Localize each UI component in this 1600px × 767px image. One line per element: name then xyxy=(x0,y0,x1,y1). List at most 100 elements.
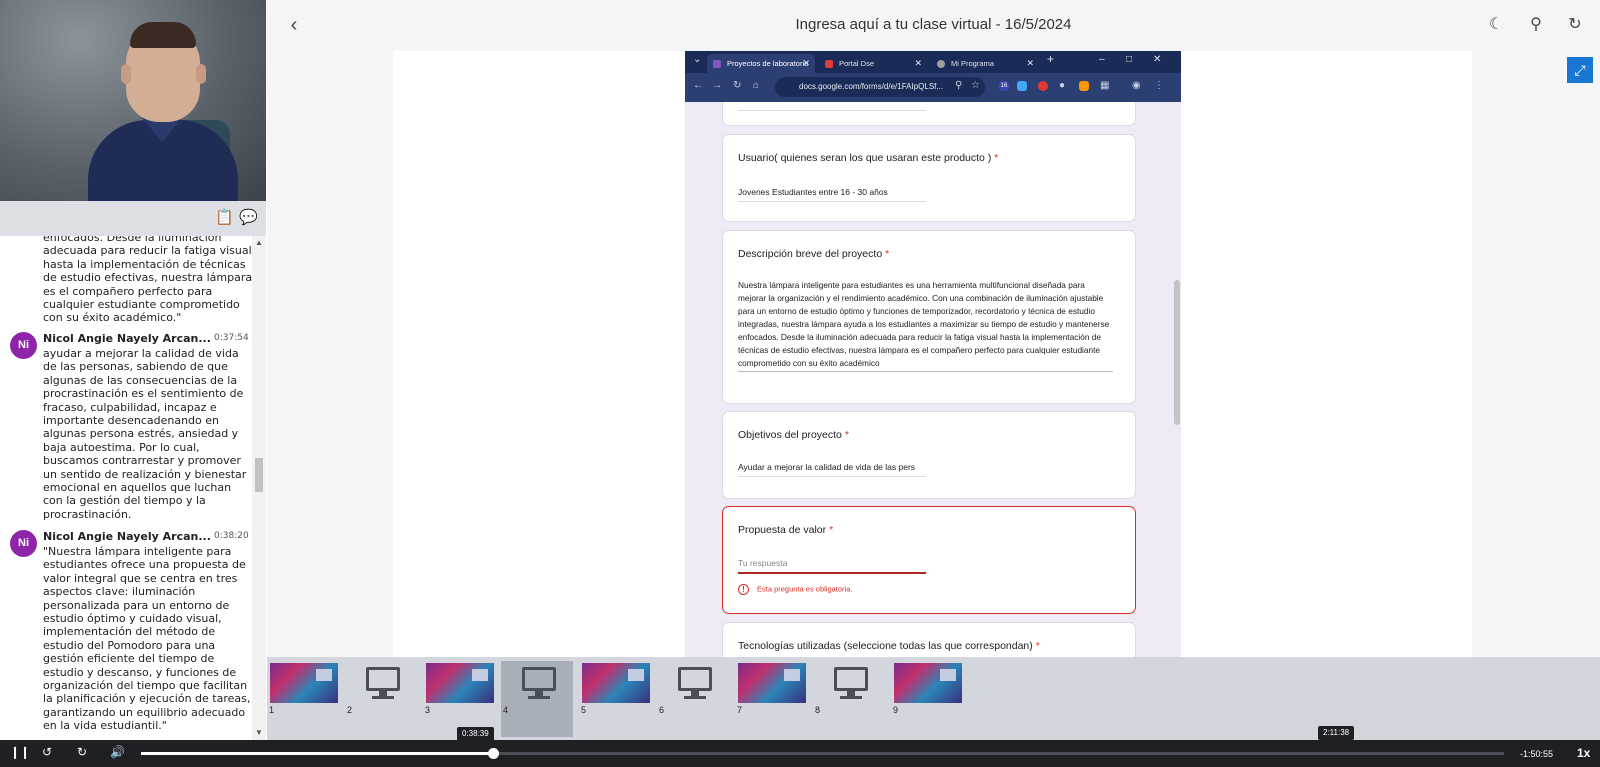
slide-image xyxy=(738,663,806,703)
slide-image xyxy=(894,663,962,703)
slide-number: 4 xyxy=(503,705,509,715)
slide-number: 3 xyxy=(425,705,431,715)
form-question-card: Descripción breve del proyecto * Nuestra… xyxy=(722,230,1136,404)
mic-icon: ● xyxy=(1059,80,1066,91)
chat-scroll-thumb[interactable] xyxy=(255,458,263,492)
page-title: Ingresa aquí a tu clase virtual - 16/5/2… xyxy=(795,16,1072,33)
left-panel: 📋 💬 enfocados. Desde la iluminación adec… xyxy=(0,0,266,740)
slide-thumbnail[interactable]: 9 xyxy=(891,661,963,737)
error-message: ! Esta pregunta es obligatoria. xyxy=(738,584,852,595)
extension-icon xyxy=(1038,81,1048,91)
answer-field[interactable]: Ayudar a mejorar la calidad de vida de l… xyxy=(738,462,926,477)
form-scrollbar xyxy=(1173,102,1181,657)
slide-thumbnail[interactable]: 2 xyxy=(345,661,417,737)
slide-image xyxy=(582,663,650,703)
time-remaining: -1:50:55 xyxy=(1520,749,1554,759)
minimize-icon: – xyxy=(1099,54,1105,65)
current-time-tooltip: 0:38:39 xyxy=(457,727,494,741)
rewind-icon[interactable]: ↺ xyxy=(42,745,52,759)
nav-back-icon: ← xyxy=(693,80,703,91)
browser-toolbar: ← → ↻ ⌂ docs.google.com/forms/d/e/1FAIpQ… xyxy=(685,73,1181,102)
scroll-up-icon[interactable]: ▲ xyxy=(254,238,264,247)
answer-field[interactable]: Jovenes Estudiantes entre 16 - 30 años xyxy=(738,187,926,202)
chat-timestamp[interactable]: 0:38:20 xyxy=(214,531,249,541)
question-label: Propuesta de valor * xyxy=(738,524,834,536)
chat-text: "Nuestra lámpara inteligente para estudi… xyxy=(43,545,251,733)
notes-icon[interactable]: 📋 xyxy=(215,209,234,227)
seek-bar-progress xyxy=(141,752,493,755)
presentation-stage: ⌄ Proyectos de laboratorio ✕ Portal Dse … xyxy=(393,51,1472,657)
volume-icon[interactable]: 🔊 xyxy=(110,745,125,759)
slide-number: 1 xyxy=(269,705,275,715)
extension-icon xyxy=(1017,81,1027,91)
zoom-icon: ⚲ xyxy=(955,80,963,91)
slide-thumbnail[interactable]: 7 xyxy=(735,661,807,737)
slide-image xyxy=(270,663,338,703)
chat-list: enfocados. Desde la iluminación adecuada… xyxy=(0,236,252,740)
slide-thumbnail[interactable]: 6 xyxy=(657,661,729,737)
reload-icon: ↻ xyxy=(733,80,742,91)
pause-button[interactable]: ❙❙ xyxy=(10,745,30,759)
profile-icon: ◉ xyxy=(1132,80,1141,91)
slide-thumbnail[interactable]: 8 xyxy=(813,661,885,737)
new-tab-icon: + xyxy=(1047,52,1055,66)
avatar: Ni xyxy=(10,530,37,557)
screen-share-icon xyxy=(348,663,416,703)
error-icon: ! xyxy=(738,584,749,595)
chat-text: ayudar a mejorar la calidad de vida de l… xyxy=(43,347,247,521)
address-bar: docs.google.com/forms/d/e/1FAIpQLSf... xyxy=(775,77,985,97)
slide-number: 6 xyxy=(659,705,665,715)
maximize-icon: □ xyxy=(1126,54,1133,65)
app-root: 📋 💬 enfocados. Desde la iluminación adec… xyxy=(0,0,1600,767)
screen-share-icon xyxy=(816,663,884,703)
answer-textarea[interactable]: Nuestra lámpara inteligente para estudia… xyxy=(738,279,1113,372)
slide-number: 7 xyxy=(737,705,743,715)
extension-icon: 16 xyxy=(999,81,1009,91)
answer-input[interactable]: Tu respuesta xyxy=(738,558,926,574)
slide-image xyxy=(426,663,494,703)
slide-number: 2 xyxy=(347,705,353,715)
form-question-card: Usuario( quienes seran los que usaran es… xyxy=(722,134,1136,222)
screen-share-icon xyxy=(504,663,572,703)
playback-speed-button[interactable]: 1x xyxy=(1577,746,1590,760)
search-icon[interactable]: ⚲ xyxy=(1525,14,1547,36)
seek-handle[interactable] xyxy=(488,748,499,759)
browser-tab: Portal Dse ✕ xyxy=(819,54,927,73)
tab-search-icon: ⌄ xyxy=(693,54,702,65)
nav-forward-icon: → xyxy=(712,80,722,91)
screen-share-icon xyxy=(660,663,728,703)
chat-icon[interactable]: 💬 xyxy=(239,209,258,227)
form-question-card: Tecnologías utilizadas (seleccione todas… xyxy=(722,622,1136,657)
question-label: Usuario( quienes seran los que usaran es… xyxy=(738,152,999,164)
browser-menu-icon: ⋮ xyxy=(1154,80,1164,91)
main-area: ‹ Ingresa aquí a tu clase virtual - 16/5… xyxy=(267,0,1600,740)
slide-thumbnail[interactable]: 3 xyxy=(423,661,495,737)
chat-author: Nicol Angie Nayely Arcan... xyxy=(43,530,211,543)
shared-browser-window: ⌄ Proyectos de laboratorio ✕ Portal Dse … xyxy=(685,51,1181,657)
fullscreen-button[interactable]: ⤢ xyxy=(1567,57,1593,83)
slide-thumbnail[interactable]: 4 xyxy=(501,661,573,737)
extension-icon xyxy=(1079,81,1089,91)
forward-icon[interactable]: ↻ xyxy=(77,745,87,759)
home-icon: ⌂ xyxy=(753,80,760,91)
player-controls: ❙❙ ↺ ↻ 🔊 -1:50:55 1x xyxy=(0,740,1600,767)
chat-message-continuation: enfocados. Desde la iluminación adecuada… xyxy=(43,236,252,325)
slide-number: 9 xyxy=(893,705,899,715)
form-question-card: Objetivos del proyecto * Ayudar a mejora… xyxy=(722,411,1136,499)
chat-scrollbar[interactable]: ▲ ▼ xyxy=(252,236,266,740)
scroll-down-icon[interactable]: ▼ xyxy=(254,728,264,737)
refresh-icon[interactable]: ↻ xyxy=(1564,14,1586,36)
top-bar: ‹ Ingresa aquí a tu clase virtual - 16/5… xyxy=(267,0,1600,50)
chat-timestamp[interactable]: 0:37:54 xyxy=(214,333,249,343)
bookmark-star-icon: ☆ xyxy=(971,80,980,91)
close-icon: ✕ xyxy=(1153,54,1162,65)
hover-time-tooltip: 2:11:38 xyxy=(1318,726,1355,740)
form-question-card: Propuesta de valor * Tu respuesta ! Esta … xyxy=(722,506,1136,614)
question-label: Tecnologías utilizadas (seleccione todas… xyxy=(738,640,1040,652)
avatar: Ni xyxy=(10,332,37,359)
question-label: Objetivos del proyecto * xyxy=(738,429,849,441)
chat-author: Nicol Angie Nayely Arcan... xyxy=(43,332,211,345)
dark-mode-icon[interactable]: ☾ xyxy=(1485,14,1507,36)
slide-thumbnail[interactable]: 5 xyxy=(579,661,651,737)
slide-thumbnail[interactable]: 1 xyxy=(267,661,339,737)
